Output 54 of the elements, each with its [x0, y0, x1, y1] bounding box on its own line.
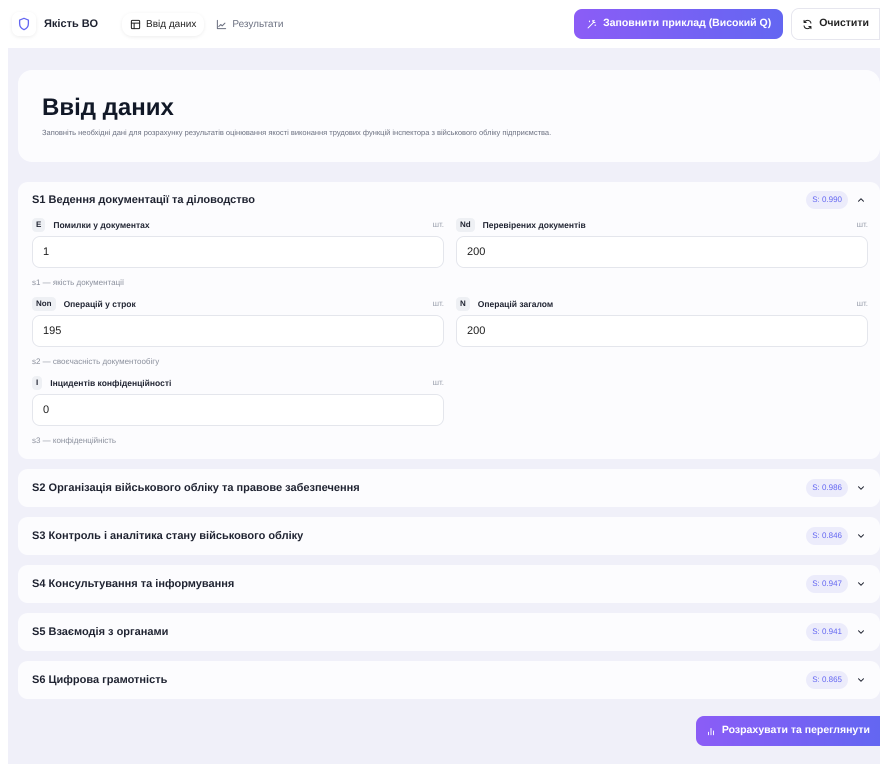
magic-wand-icon [586, 18, 598, 30]
calculate-button[interactable]: Розрахувати та переглянути [696, 716, 880, 746]
bar-chart-icon [706, 726, 716, 736]
input-field[interactable]: 200 [456, 236, 868, 268]
nav-tab[interactable]: Результати [208, 12, 292, 36]
field-label: Операцій загалом [478, 298, 554, 310]
clear-button[interactable]: Очистити [791, 8, 880, 40]
field-label: Інцидентів конфіденційності [50, 376, 172, 390]
field-label: Операцій у строк [64, 298, 137, 310]
unit-label: шт. [432, 377, 444, 389]
field-label: Помилки у документах [53, 218, 151, 232]
unit-label: шт. [432, 219, 444, 231]
score-badge: S: 0.990 [806, 191, 848, 209]
fill-example-button[interactable]: Заповнити приклад (Високий Q) [574, 9, 784, 39]
section-header[interactable]: S6 Цифрова грамотність S: 0.865 [18, 661, 880, 699]
section-title: S1 Ведення документації та діловодство [32, 192, 256, 208]
variable-code: E [32, 218, 46, 232]
score-badge: S: 0.846 [806, 527, 848, 545]
section-title: S6 Цифрова грамотність [32, 672, 168, 688]
score-badge: S: 0.865 [806, 671, 848, 689]
score-badge: S: 0.947 [806, 575, 848, 593]
input-field[interactable]: 0 [32, 394, 444, 426]
refresh-icon [802, 18, 814, 30]
section-header[interactable]: S3 Контроль і аналітика стану військового обліку S: 0.846 [18, 517, 880, 555]
section-title: S4 Консультування та інформування [32, 576, 236, 592]
input-field[interactable]: 200 [456, 315, 868, 347]
score-badge: S: 0.941 [806, 623, 848, 641]
variable-code: N [456, 297, 470, 311]
unit-label: шт. [432, 298, 444, 310]
shield-icon [17, 17, 31, 31]
nav-tab[interactable]: Ввід даних [122, 12, 204, 36]
section-header[interactable]: S2 Організація військового обліку та правове забезпечення S: 0.986 [18, 469, 880, 507]
variable-code: Non [32, 297, 56, 311]
field-hint: s2 — своєчасність документообігу [32, 356, 160, 368]
section-header[interactable]: S1 Ведення документації та діловодство S: 0.990 [18, 182, 880, 218]
field-hint: s3 — конфіденційність [32, 435, 118, 447]
section-header[interactable]: S4 Консультування та інформування S: 0.947 [18, 565, 880, 603]
field-hint: s1 — якість документації [32, 277, 126, 289]
score-badge: S: 0.986 [806, 479, 848, 497]
section-title: S5 Взаємодія з органами [32, 624, 170, 640]
page-title: Ввід даних [42, 94, 175, 123]
table-icon [130, 18, 142, 30]
section-header[interactable]: S5 Взаємодія з органами S: 0.941 [18, 613, 880, 651]
input-field[interactable]: 195 [32, 315, 444, 347]
unit-label: шт. [856, 219, 868, 231]
brand-name: Якість ВО [44, 16, 98, 32]
variable-code: I [32, 376, 42, 390]
input-field[interactable]: 1 [32, 236, 444, 268]
section-title: S2 Організація військового обліку та правове забезпечення [32, 480, 361, 496]
chart-icon [216, 18, 228, 30]
unit-label: шт. [856, 298, 868, 310]
section-title: S3 Контроль і аналітика стану військового обліку [32, 528, 304, 544]
variable-code: Nd [456, 218, 475, 232]
field-label: Перевірених документів [482, 218, 587, 232]
